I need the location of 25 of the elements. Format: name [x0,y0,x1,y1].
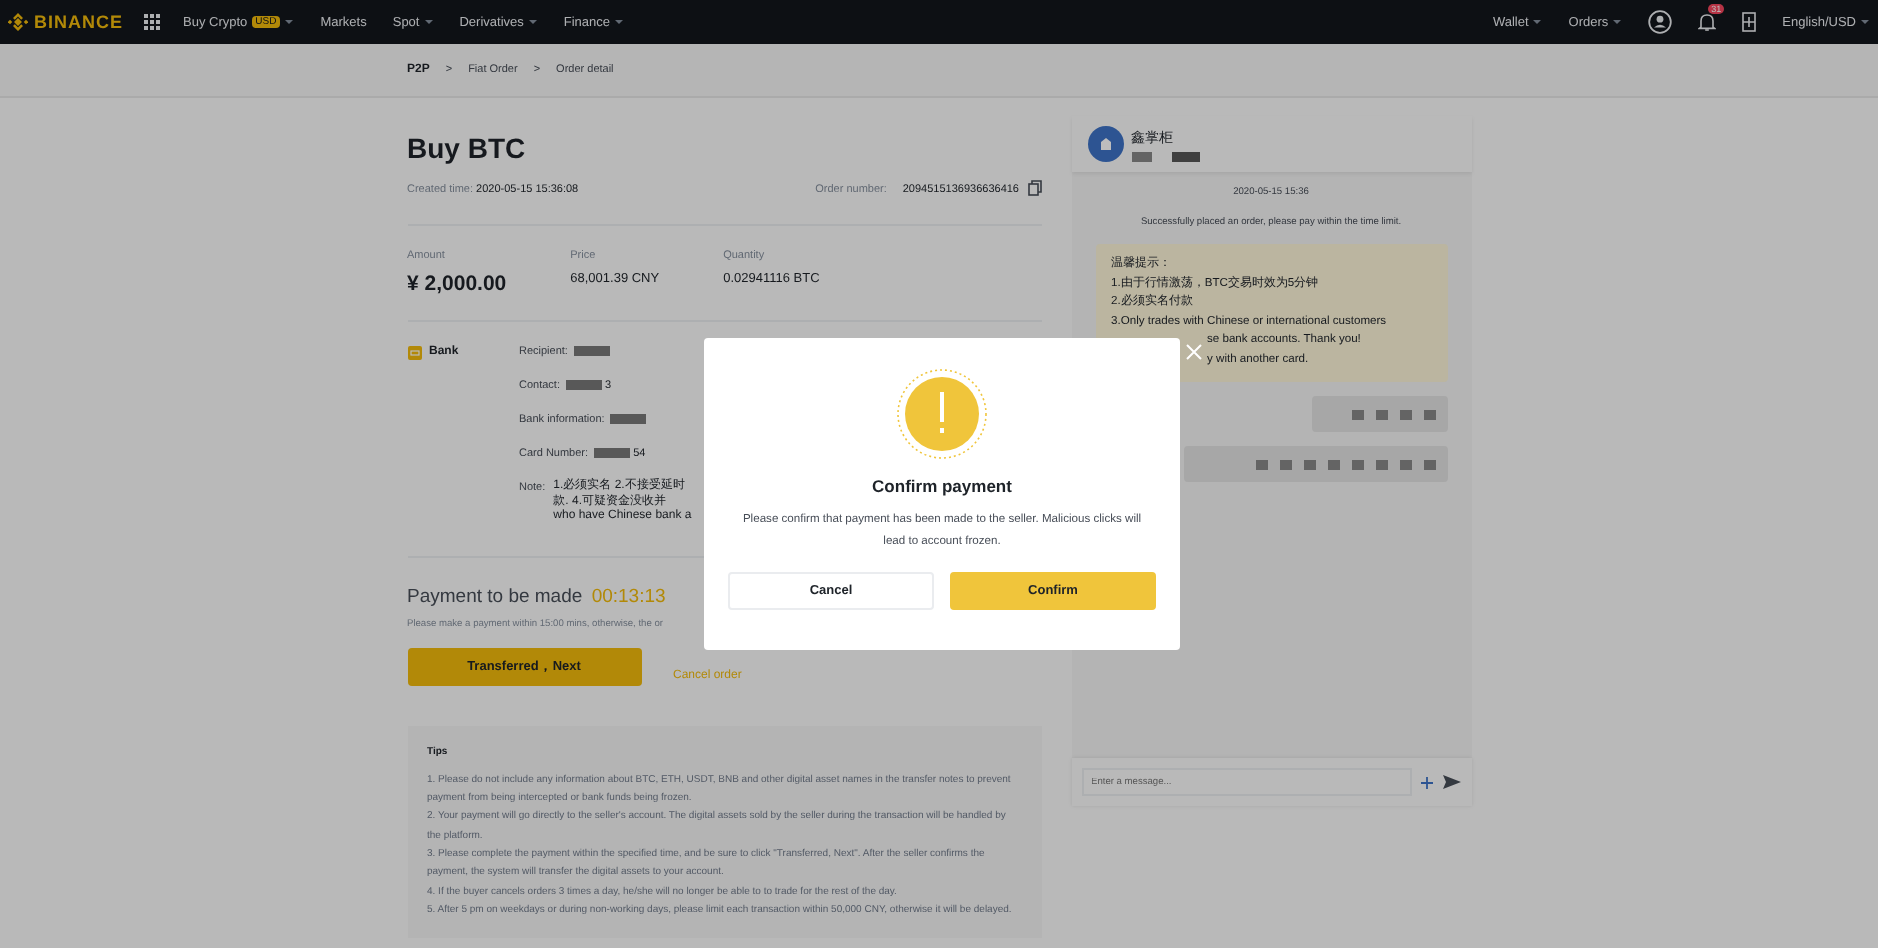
diamond-logo-icon [8,12,28,32]
redacted-text [1131,151,1151,161]
redacted-text [565,380,602,391]
summary-value: ¥ 2,000.00 [407,272,507,296]
redacted-message [1311,396,1447,432]
avatar-icon [1087,126,1123,162]
caret-icon [1860,18,1870,26]
page-title: Buy BTC [407,132,528,164]
brand-logo[interactable]: BINANCE [8,12,124,32]
warning-icon [896,368,988,460]
mobile-app-icon[interactable] [1742,12,1757,32]
dialog-title: Confirm payment [872,476,1012,496]
send-icon[interactable] [1441,774,1461,790]
bell-icon[interactable] [1698,12,1717,32]
redacted-text [594,448,631,459]
redacted-text [610,414,647,425]
bank-card-icon [407,346,421,360]
plus-icon[interactable] [1419,775,1433,789]
countdown-timer: 00:13:13 [591,585,666,607]
user-account-icon[interactable] [1648,10,1673,34]
redacted-text [1171,151,1199,161]
redacted-text [573,346,610,357]
payment-due-label: Payment to be made [407,585,583,607]
grid-menu-icon[interactable] [143,14,160,30]
copy-icon[interactable] [1027,180,1041,196]
